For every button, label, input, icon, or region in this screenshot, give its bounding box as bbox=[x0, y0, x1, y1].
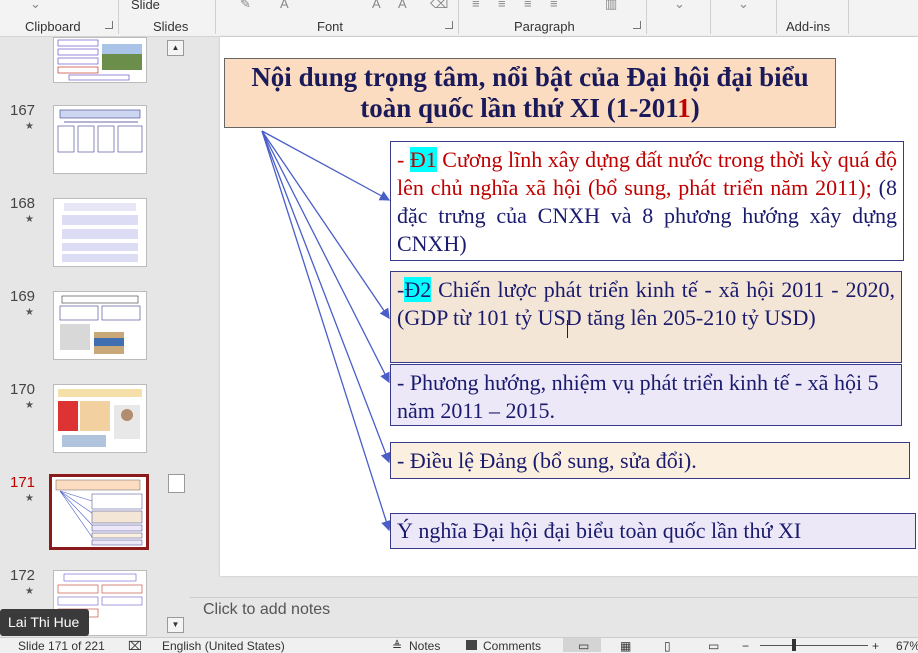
notes-icon: ≜ bbox=[392, 639, 403, 653]
arrow-to-box2 bbox=[261, 130, 390, 320]
slide-counter: Slide 171 of 221 bbox=[18, 639, 105, 653]
presenter-name-label: Lai Thi Hue bbox=[0, 609, 89, 636]
arrow-to-box3 bbox=[261, 130, 390, 384]
box3-text: - Phương hướng, nhiệm vụ phát triển kinh… bbox=[397, 370, 879, 423]
slide-sorter-icon[interactable]: ▦ bbox=[620, 639, 631, 653]
accessibility-icon[interactable]: ⌧ bbox=[128, 639, 142, 653]
box4-text: - Điều lệ Đảng (bổ sung, sửa đổi). bbox=[397, 448, 697, 473]
content-box-direction[interactable]: - Phương hướng, nhiệm vụ phát triển kinh… bbox=[390, 364, 902, 426]
zoom-slider-thumb[interactable] bbox=[792, 639, 796, 651]
content-box-d2[interactable]: -Đ2 Chiến lược phát triển kinh tế - xã h… bbox=[390, 271, 902, 363]
box5-text: Ý nghĩa Đại hội đại biểu toàn quốc lần t… bbox=[397, 518, 802, 543]
zoom-level[interactable]: 67% bbox=[896, 639, 918, 653]
content-box-d1[interactable]: - Đ1 Cương lĩnh xây dựng đất nước trong … bbox=[390, 141, 904, 261]
content-box-significance[interactable]: Ý nghĩa Đại hội đại biểu toàn quốc lần t… bbox=[390, 513, 916, 549]
notes-placeholder[interactable]: Click to add notes bbox=[203, 601, 330, 619]
box1-dash: - bbox=[397, 147, 410, 172]
reading-view-icon[interactable]: ▯ bbox=[664, 639, 671, 653]
zoom-out-icon[interactable]: − bbox=[742, 639, 749, 653]
notes-toggle[interactable]: Notes bbox=[409, 639, 440, 653]
text-cursor bbox=[567, 320, 570, 338]
box2-text: Chiến lược phát triển kinh tế - xã hội 2… bbox=[397, 277, 895, 330]
box1-tag-d1: Đ1 bbox=[409, 147, 437, 172]
box2-tag-d2: Đ2 bbox=[404, 277, 432, 302]
arrow-to-box5 bbox=[261, 130, 392, 532]
comments-toggle[interactable]: Comments bbox=[483, 639, 541, 653]
normal-view-icon: ▭ bbox=[578, 639, 590, 653]
content-box-charter[interactable]: - Điều lệ Đảng (bổ sung, sửa đổi). bbox=[390, 442, 910, 479]
status-bar: Slide 171 of 221 ⌧ English (United State… bbox=[0, 637, 918, 653]
language-indicator[interactable]: English (United States) bbox=[162, 639, 285, 653]
zoom-slider-track[interactable] bbox=[760, 645, 868, 646]
zoom-in-icon[interactable]: + bbox=[872, 639, 879, 653]
arrow-to-box4 bbox=[261, 130, 391, 464]
comments-icon bbox=[466, 640, 477, 650]
slideshow-icon[interactable]: ▭ bbox=[708, 639, 719, 653]
box1-text-red: Cương lĩnh xây dựng đất nước trong thời … bbox=[397, 147, 897, 200]
